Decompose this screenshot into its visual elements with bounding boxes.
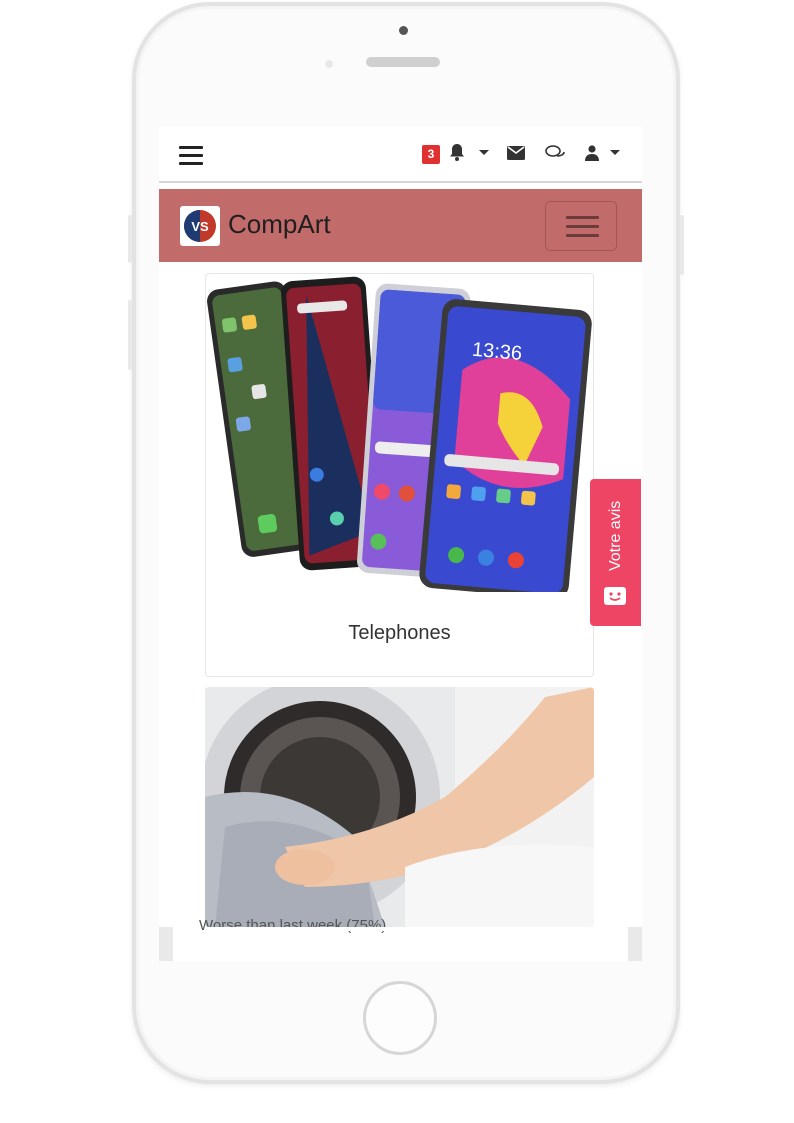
envelope-icon[interactable] xyxy=(507,143,525,165)
category-card-telephones[interactable]: 13:36 Telephones xyxy=(205,273,594,677)
navbar-toggler-button[interactable] xyxy=(545,201,617,251)
right-strip xyxy=(628,927,642,961)
card-title-telephones[interactable]: Telephones xyxy=(206,622,593,645)
notification-badge: 3 xyxy=(422,145,440,164)
phone-sensor xyxy=(325,60,333,68)
brand-logo-text: VS xyxy=(191,219,209,234)
comparison-text: Worse than last week (75%) xyxy=(199,917,387,934)
bell-icon[interactable] xyxy=(449,143,465,166)
category-card-washing[interactable] xyxy=(205,687,594,927)
feedback-tab[interactable]: Votre avis xyxy=(590,479,641,626)
smile-icon xyxy=(604,587,626,605)
phone-volume-button xyxy=(128,300,132,370)
brand-logo[interactable]: VS xyxy=(180,206,220,246)
washing-machine-image xyxy=(205,687,594,927)
brand-navbar: VS CompArt xyxy=(159,189,642,262)
chevron-down-icon[interactable] xyxy=(610,150,620,155)
phone-power-button xyxy=(680,215,684,275)
content-cover xyxy=(205,927,594,931)
left-strip xyxy=(159,927,173,961)
feedback-label: Votre avis xyxy=(607,500,624,572)
phone-home-button[interactable] xyxy=(363,981,437,1055)
chat-icon[interactable] xyxy=(545,143,565,166)
telephones-image: 13:36 xyxy=(206,274,593,592)
top-navbar: 3 xyxy=(159,127,642,183)
user-icon[interactable] xyxy=(585,143,599,166)
phone-speaker xyxy=(366,57,440,67)
screen: 3 VS CompArt 13:36 Telephones Worse than… xyxy=(159,127,642,961)
phone-side-button-left xyxy=(128,215,132,263)
menu-icon[interactable] xyxy=(179,146,203,165)
svg-text:13:36: 13:36 xyxy=(471,339,523,365)
brand-name[interactable]: CompArt xyxy=(228,209,331,240)
chevron-down-icon[interactable] xyxy=(479,150,489,155)
phone-camera xyxy=(399,26,408,35)
